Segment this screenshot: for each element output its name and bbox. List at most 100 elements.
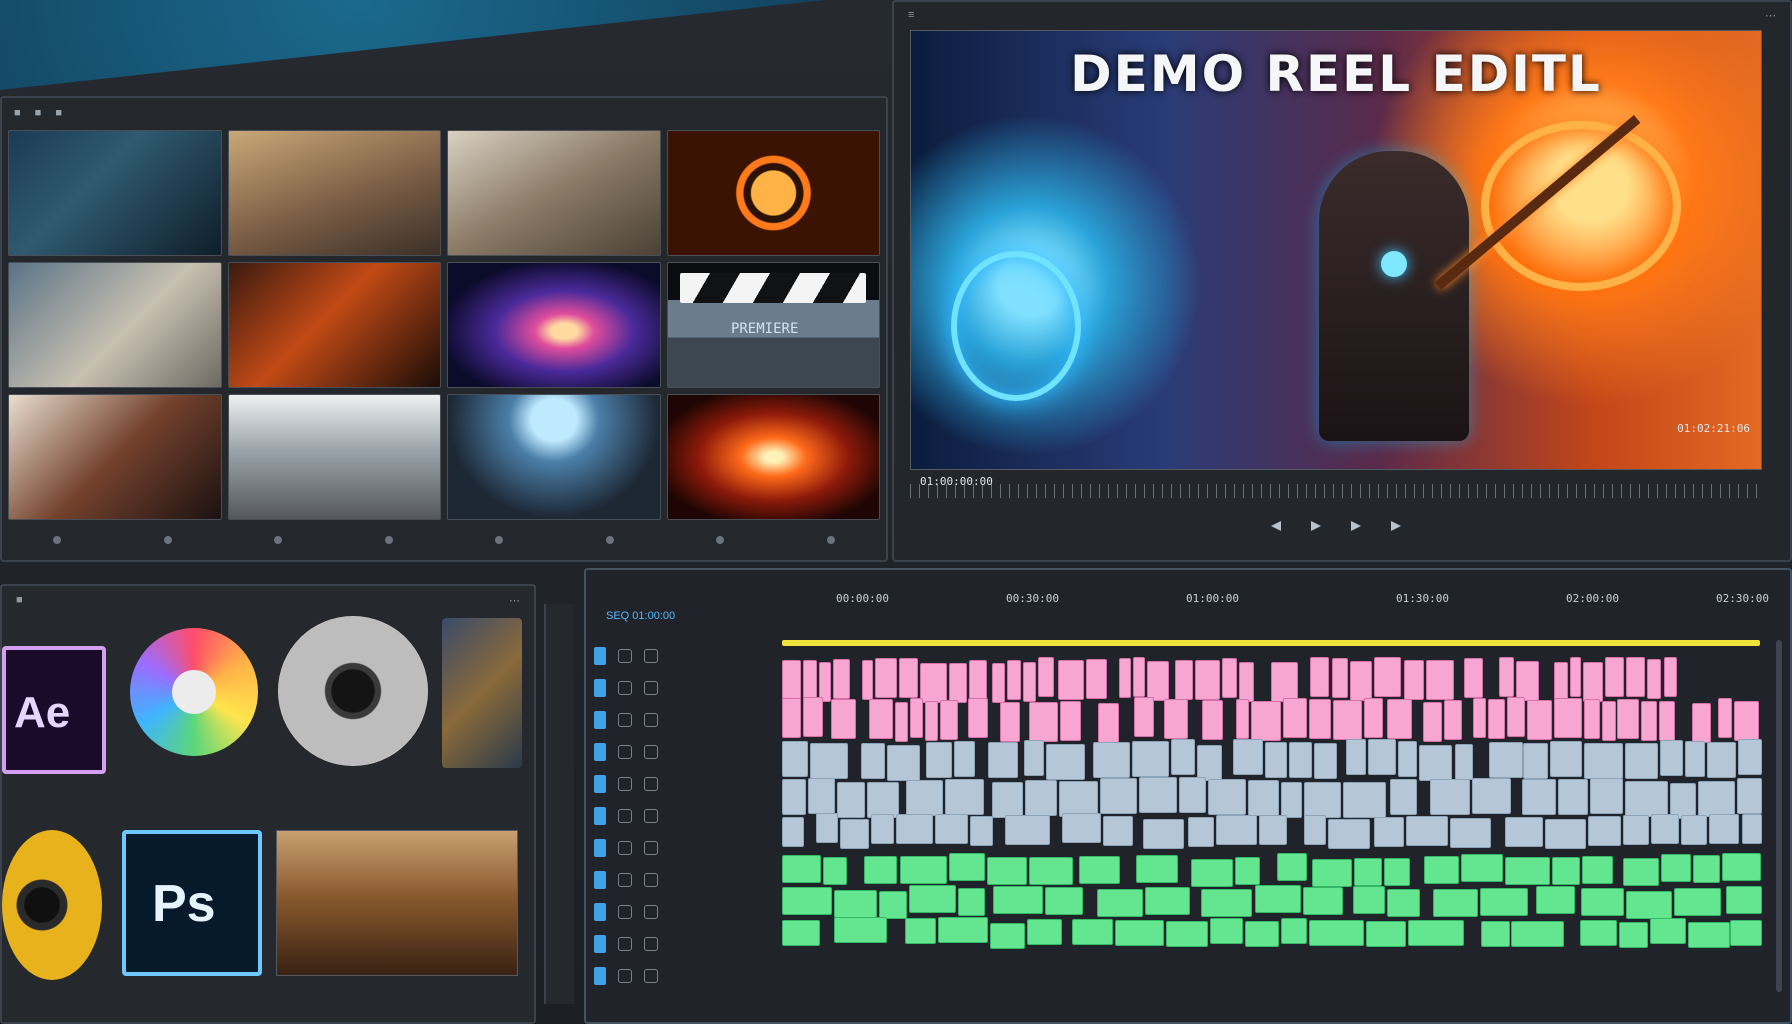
timeline-clip[interactable] (1623, 815, 1649, 846)
timeline-clip[interactable] (1058, 781, 1098, 818)
timeline-clip[interactable] (1718, 698, 1732, 739)
timeline-clip[interactable] (1354, 857, 1383, 886)
bin-control-button[interactable] (495, 536, 504, 544)
clip-thumbnail[interactable] (447, 262, 661, 388)
bin-tab[interactable]: ■ (14, 107, 21, 119)
timeline-clip[interactable] (1688, 922, 1730, 949)
track-header[interactable] (594, 672, 754, 704)
timeline-clip[interactable] (1277, 853, 1307, 882)
timeline-clip[interactable] (1060, 701, 1082, 742)
timeline-clip[interactable] (949, 853, 985, 882)
timeline-clip[interactable] (1605, 657, 1625, 698)
timeline-clip[interactable] (1552, 856, 1580, 885)
timeline-clip[interactable] (1480, 888, 1529, 917)
timeline-clip[interactable] (1729, 920, 1762, 947)
timeline-clip[interactable] (1209, 918, 1243, 945)
timeline-clip[interactable] (875, 657, 898, 698)
track-toggle-button[interactable] (618, 969, 632, 983)
work-area-bar[interactable] (782, 640, 1760, 646)
timeline-clip[interactable] (1706, 742, 1737, 779)
timeline-clip[interactable] (1005, 814, 1050, 845)
timeline-clip[interactable] (1366, 921, 1407, 948)
bin-control-button[interactable] (163, 536, 172, 544)
timeline-clip[interactable] (1208, 778, 1246, 815)
track-header[interactable] (594, 640, 754, 672)
timeline-clip[interactable] (1255, 885, 1301, 914)
track-toggle-button[interactable] (618, 745, 632, 759)
timeline-clip[interactable] (807, 777, 836, 814)
clip-thumbnail[interactable] (227, 130, 441, 256)
timeline-clip[interactable] (1570, 657, 1581, 698)
bin-control-button[interactable] (274, 536, 283, 544)
timeline-clip[interactable] (1309, 657, 1330, 698)
timeline-clip[interactable] (1423, 856, 1460, 885)
timeline-clip[interactable] (1191, 858, 1233, 887)
track-toggle-button[interactable] (618, 649, 632, 663)
timeline-clip[interactable] (1174, 659, 1193, 700)
timeline-clip[interactable] (1587, 815, 1622, 846)
timeline-clip[interactable] (1480, 921, 1511, 948)
timeline-clip[interactable] (1092, 741, 1130, 778)
timeline-clip[interactable] (1472, 778, 1512, 815)
track-header[interactable] (594, 768, 754, 800)
timeline-clip[interactable] (782, 887, 833, 916)
timeline-clip[interactable] (1545, 818, 1586, 849)
timeline-clip[interactable] (1114, 919, 1164, 946)
timeline-clip[interactable] (1022, 661, 1036, 702)
timeline-clip[interactable] (1025, 779, 1057, 816)
track-mute-button[interactable] (644, 841, 658, 855)
timeline-clip[interactable] (1201, 889, 1253, 918)
timeline-clip[interactable] (1429, 779, 1471, 816)
timeline-clip[interactable] (1444, 699, 1463, 740)
timeline-clip[interactable] (866, 782, 900, 819)
timeline-clip[interactable] (949, 662, 967, 703)
timeline-clip[interactable] (1236, 699, 1249, 740)
track-header[interactable] (594, 896, 754, 928)
timeline-clip[interactable] (1403, 659, 1425, 700)
timeline-clip[interactable] (987, 742, 1018, 779)
timeline-clip[interactable] (1061, 813, 1101, 844)
timeline-clip[interactable] (1247, 779, 1280, 816)
timeline-clip[interactable] (1661, 853, 1692, 882)
timeline-clip[interactable] (1133, 657, 1145, 698)
timeline-clip[interactable] (1118, 658, 1132, 699)
timeline-clip[interactable] (1179, 777, 1207, 813)
timeline-clip[interactable] (1384, 858, 1410, 887)
timeline-clip[interactable] (1523, 742, 1549, 779)
timeline-clip[interactable] (1464, 657, 1483, 698)
timeline-clip[interactable] (1624, 780, 1669, 817)
timeline-clip[interactable] (1646, 658, 1662, 699)
timeline-clip[interactable] (1302, 887, 1343, 916)
timeline-clip[interactable] (1584, 742, 1623, 779)
timeline-clip[interactable] (1725, 886, 1762, 915)
timeline-clip[interactable] (1698, 780, 1736, 817)
timeline-clip[interactable] (1037, 657, 1054, 698)
timeline-clip[interactable] (1553, 697, 1583, 738)
timeline-clip[interactable] (1488, 699, 1505, 740)
timeline-clip[interactable] (1557, 779, 1589, 816)
timeline-clip[interactable] (1526, 699, 1552, 740)
timeline-clip[interactable] (1590, 778, 1623, 815)
timeline-clip[interactable] (925, 700, 938, 741)
timeline-clip[interactable] (1426, 659, 1454, 700)
timeline-clip[interactable] (1582, 661, 1603, 702)
play-button[interactable] (1311, 521, 1321, 531)
panel-divider-strip[interactable] (544, 604, 574, 1004)
clip-thumbnail[interactable] (666, 130, 880, 256)
timeline-clip[interactable] (1390, 779, 1418, 816)
track-header[interactable] (594, 800, 754, 832)
bin-control-button[interactable] (53, 536, 62, 544)
timeline-clip[interactable] (1737, 777, 1762, 814)
timeline-clip[interactable] (986, 856, 1027, 885)
timeline-clip[interactable] (1259, 814, 1288, 845)
track-toggle-button[interactable] (618, 777, 632, 791)
timeline-clip[interactable] (886, 744, 921, 781)
timeline-clip[interactable] (908, 885, 957, 914)
timeline-clip[interactable] (1086, 659, 1107, 700)
timeline-clip[interactable] (1708, 813, 1739, 844)
clip-thumbnail[interactable] (227, 262, 441, 388)
timeline-clip[interactable] (894, 702, 908, 743)
timeline-clip[interactable] (1164, 699, 1188, 740)
timeline-clip[interactable] (909, 698, 924, 739)
track-toggle-button[interactable] (618, 809, 632, 823)
